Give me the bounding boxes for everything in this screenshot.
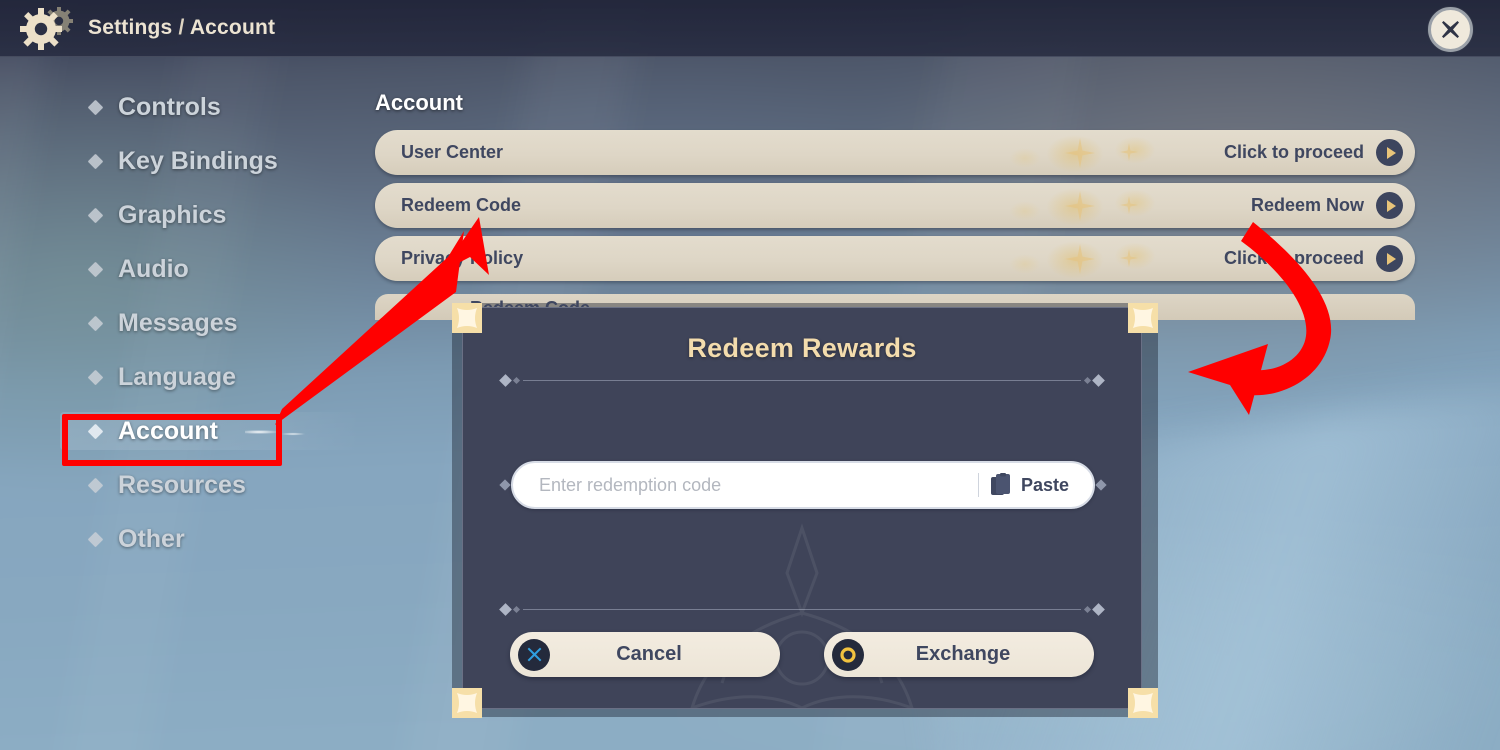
corner-ornament-bottom-right-icon [1128, 688, 1158, 718]
divider-diamond-icon [1083, 605, 1092, 613]
sidebar-item-language[interactable]: Language [60, 358, 360, 396]
close-x-icon [1442, 21, 1459, 38]
row-action-label: Click to proceed [1223, 142, 1364, 162]
sidebar-item-label: Graphics [118, 200, 227, 229]
diamond-bullet-icon [87, 153, 104, 169]
diamond-bullet-icon [87, 477, 104, 493]
sidebar-item-graphics[interactable]: Graphics [60, 196, 360, 234]
exchange-label: Exchange [915, 643, 1011, 665]
corner-ornament-top-left-icon [452, 303, 482, 333]
breadcrumb: Settings / Account [88, 16, 275, 40]
dialog-title: Redeem Rewards [687, 333, 917, 363]
sidebar-item-label: Controls [118, 92, 221, 121]
sidebar-item-resources[interactable]: Resources [60, 466, 360, 504]
redemption-code-input-box[interactable]: Paste [511, 461, 1095, 509]
sidebar-item-label: Key Bindings [118, 146, 278, 175]
chevron-right-icon [1376, 139, 1403, 166]
sidebar-item-audio[interactable]: Audio [60, 250, 360, 288]
exchange-button[interactable]: Exchange [824, 632, 1094, 677]
settings-sidebar: Controls Key Bindings Graphics Audio Mes… [60, 88, 360, 574]
field-separator [977, 473, 979, 497]
sparkle-icon [1065, 191, 1095, 221]
settings-screen: Settings / Account Controls Key Bindings… [0, 0, 1500, 750]
gear-icon [18, 5, 80, 51]
row-redeem-code[interactable]: Redeem Code Redeem Now [375, 183, 1415, 228]
sidebar-item-key-bindings[interactable]: Key Bindings [60, 142, 360, 180]
sidebar-item-label: Language [118, 362, 237, 391]
row-action-label: Click to proceed [1223, 248, 1364, 268]
annotation-highlight-box-account [62, 414, 282, 466]
sparkle-icon [1065, 244, 1095, 274]
ring-circle-icon [832, 638, 864, 671]
sparkle-icon [1065, 138, 1095, 168]
sidebar-item-controls[interactable]: Controls [60, 88, 360, 126]
paste-label: Paste [1020, 474, 1069, 495]
page-title: Account [375, 90, 463, 115]
redemption-code-field-group: Paste [499, 460, 1107, 510]
cancel-button[interactable]: Cancel [510, 632, 780, 677]
diamond-bullet-icon [87, 369, 104, 385]
divider-diamond-icon [512, 376, 521, 384]
divider-line [523, 608, 1081, 610]
sparkle-icon [1120, 249, 1138, 267]
chevron-right-icon [1376, 245, 1403, 272]
sidebar-item-messages[interactable]: Messages [60, 304, 360, 342]
sidebar-item-label: Resources [118, 470, 246, 499]
breadcrumb-account: Account [189, 16, 276, 39]
row-privacy-policy[interactable]: Privacy Policy Click to proceed [375, 236, 1415, 281]
divider-diamond-icon [499, 373, 512, 387]
diamond-bullet-icon [87, 531, 104, 547]
divider-diamond-icon [1083, 376, 1092, 384]
field-left-diamond-icon [499, 479, 511, 491]
close-button[interactable] [1428, 7, 1473, 52]
row-action-group[interactable]: Click to proceed [1224, 245, 1403, 272]
paste-button[interactable]: Paste [990, 472, 1079, 498]
divider-top [499, 373, 1105, 387]
close-circle-icon [518, 638, 550, 671]
row-label: Redeem Code [401, 195, 522, 215]
row-user-center[interactable]: User Center Click to proceed [375, 130, 1415, 175]
row-label: Privacy Policy [401, 248, 524, 268]
sparkle-icon [1120, 143, 1138, 161]
divider-diamond-icon [512, 605, 521, 613]
diamond-bullet-icon [87, 207, 104, 223]
row-action-group[interactable]: Click to proceed [1224, 139, 1403, 166]
row-action-label: Redeem Now [1250, 195, 1364, 215]
row-label: User Center [401, 142, 504, 162]
redemption-code-input[interactable] [539, 474, 978, 496]
breadcrumb-separator: / [178, 16, 185, 39]
account-panel: Account User Center Click to proceed Red… [375, 90, 1415, 289]
clipboard-icon [990, 472, 1010, 495]
redeem-rewards-dialog: Redeem Rewards Paste [462, 307, 1142, 709]
divider-diamond-icon [1092, 602, 1105, 616]
cancel-label: Cancel [616, 643, 682, 665]
divider-diamond-icon [499, 602, 512, 616]
sidebar-item-label: Audio [118, 254, 189, 283]
sparkle-icon [1120, 196, 1138, 214]
corner-ornament-top-right-icon [1128, 303, 1158, 333]
divider-bottom [499, 602, 1105, 616]
sidebar-item-other[interactable]: Other [60, 520, 360, 558]
settings-header-bar: Settings / Account [0, 0, 1500, 57]
sidebar-item-label: Other [118, 524, 185, 553]
breadcrumb-settings: Settings [88, 16, 173, 39]
diamond-bullet-icon [87, 99, 104, 115]
sidebar-item-label: Messages [118, 308, 238, 337]
chevron-right-icon [1376, 192, 1403, 219]
field-right-diamond-icon [1095, 479, 1107, 491]
diamond-bullet-icon [87, 315, 104, 331]
row-action-group[interactable]: Redeem Now [1251, 192, 1403, 219]
corner-ornament-bottom-left-icon [452, 688, 482, 718]
diamond-bullet-icon [87, 261, 104, 277]
divider-line [523, 379, 1081, 381]
dialog-action-buttons: Cancel Exchange [463, 632, 1141, 677]
divider-diamond-icon [1092, 373, 1105, 387]
